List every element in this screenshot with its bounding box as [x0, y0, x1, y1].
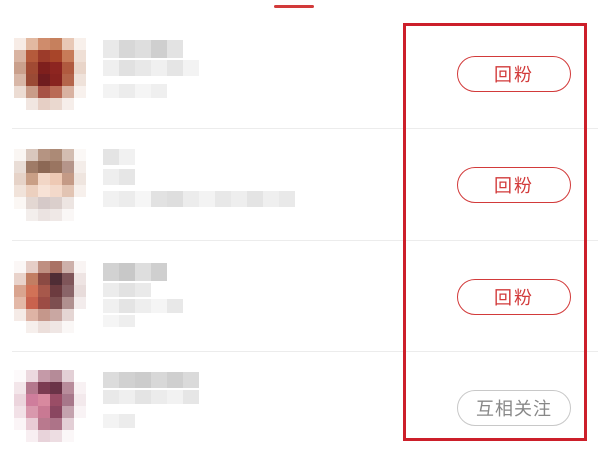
user-subtitle	[103, 414, 135, 428]
user-subtitle-line-2	[103, 315, 135, 327]
active-tab-indicator	[274, 5, 314, 8]
username	[103, 372, 199, 388]
annotation-highlight-box	[403, 23, 587, 441]
user-subtitle	[103, 84, 167, 98]
user-subtitle	[103, 191, 295, 207]
username	[103, 40, 183, 58]
username-line-2	[103, 169, 135, 185]
username-line-2	[103, 283, 151, 297]
avatar[interactable]	[14, 38, 86, 110]
avatar[interactable]	[14, 370, 86, 442]
username-line-2	[103, 390, 199, 404]
user-subtitle	[103, 299, 183, 313]
username	[103, 149, 135, 165]
avatar[interactable]	[14, 261, 86, 333]
username-line-2	[103, 60, 199, 76]
username	[103, 263, 167, 281]
avatar[interactable]	[14, 149, 86, 221]
